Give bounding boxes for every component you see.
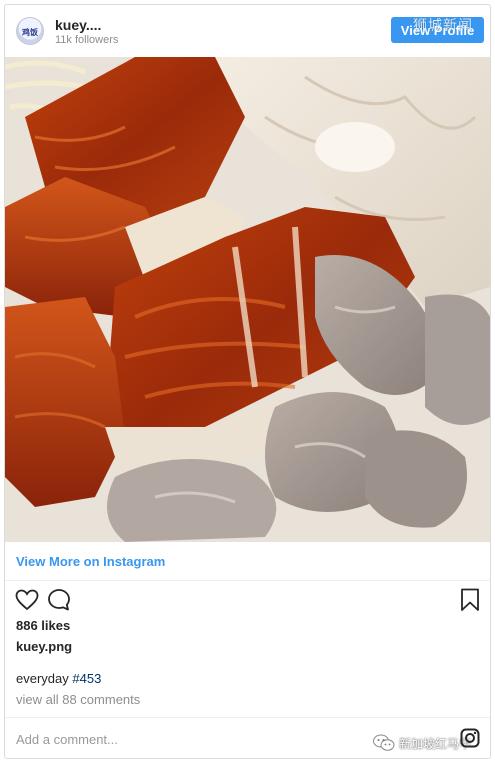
likes-count[interactable]: 886 likes <box>16 618 70 633</box>
caption-hashtag[interactable]: #453 <box>72 671 101 686</box>
comment-input[interactable] <box>16 730 316 748</box>
action-bar <box>5 581 490 617</box>
post-header: 鸡饭 kuey.... 11k followers View Profile 狮… <box>5 5 490 57</box>
instagram-icon[interactable] <box>460 728 480 748</box>
view-comments-link[interactable]: view all 88 comments <box>16 692 140 707</box>
bookmark-icon[interactable] <box>460 588 480 612</box>
view-more-bar: View More on Instagram <box>5 542 490 581</box>
watermark-text: 狮城新闻 <box>413 17 473 33</box>
wechat-watermark: 新加坡红马甲 <box>373 734 471 752</box>
roast-chicken-photo <box>5 57 490 542</box>
instagram-embed-card: 鸡饭 kuey.... 11k followers View Profile 狮… <box>4 4 491 759</box>
post-image[interactable] <box>5 57 490 542</box>
avatar-text: 鸡饭 <box>22 28 38 37</box>
caption: everyday #453 <box>16 671 101 686</box>
wechat-icon <box>373 734 395 751</box>
caption-text: everyday <box>16 671 69 686</box>
comment-bubble-icon[interactable] <box>47 588 71 612</box>
caption-username[interactable]: kuey.png <box>16 639 72 654</box>
view-more-link[interactable]: View More on Instagram <box>16 554 165 569</box>
comment-bar: 新加坡红马甲 <box>5 717 490 758</box>
heart-icon[interactable] <box>15 589 39 611</box>
followers-count: 11k followers <box>55 34 119 46</box>
username[interactable]: kuey.... <box>55 17 101 33</box>
avatar[interactable]: 鸡饭 <box>16 17 44 45</box>
